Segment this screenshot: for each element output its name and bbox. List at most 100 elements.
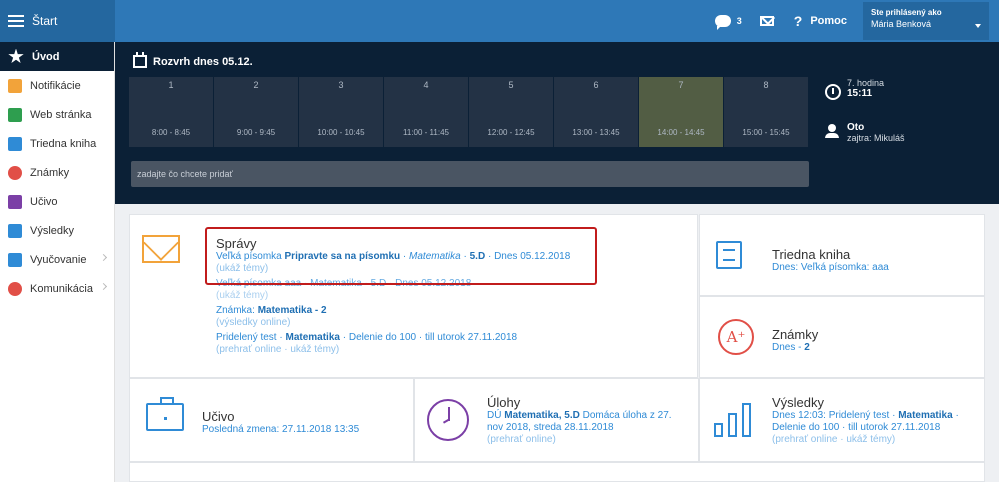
book-icon bbox=[8, 136, 22, 151]
results-card[interactable]: Výsledky Dnes 12:03: Pridelený test · Ma… bbox=[699, 378, 985, 462]
sidebar-item-komunikacia[interactable]: Komunikácia bbox=[0, 274, 114, 303]
sidebar-item-vysledky[interactable]: Výsledky bbox=[0, 216, 114, 245]
folder-icon bbox=[8, 252, 22, 267]
top-right-toolbar: 3 ? Pomoc Ste prihlásený ako Mária Benko… bbox=[714, 0, 999, 42]
schedule-panel: Rozvrh dnes 05.12. 1 8:00 - 8:45 2 9:00 - … bbox=[115, 42, 999, 204]
next-cards-row bbox=[129, 462, 985, 482]
schedule-title-text: Rozvrh dnes 05.12. bbox=[153, 55, 253, 68]
help-button[interactable]: ? Pomoc bbox=[794, 13, 847, 29]
schedule-slot-5[interactable]: 5 12:00 - 12:45 bbox=[469, 77, 554, 147]
sidebar-item-label: Triedna kniha bbox=[30, 137, 97, 150]
schedule-slot-2[interactable]: 2 9:00 - 9:45 bbox=[214, 77, 299, 147]
card-title: Výsledky bbox=[772, 395, 825, 410]
list-item[interactable]: Známka: Matematika - 2 (výsledky online) bbox=[216, 305, 686, 329]
slot-number: 6 bbox=[593, 80, 599, 90]
bars-icon bbox=[714, 403, 754, 437]
separator: · bbox=[955, 410, 959, 421]
results-subject[interactable]: Matematika bbox=[898, 410, 952, 421]
schedule-slot-6[interactable]: 6 13:00 - 13:45 bbox=[554, 77, 639, 147]
grade-value[interactable]: Matematika - 2 bbox=[258, 305, 327, 316]
sidebar-item-ucivo[interactable]: Učivo bbox=[0, 187, 114, 216]
slot-number: 4 bbox=[423, 80, 429, 90]
highlight-box bbox=[205, 227, 597, 285]
menu-icon[interactable] bbox=[8, 15, 24, 27]
sidebar-item-triedna-kniha[interactable]: Triedna kniha bbox=[0, 129, 114, 158]
start-button[interactable]: Štart bbox=[0, 0, 115, 42]
lesson-time: 15:11 bbox=[847, 88, 873, 99]
schedule-slot-7-current[interactable]: 7 14:00 - 14:45 bbox=[639, 77, 724, 147]
schedule-slot-4[interactable]: 4 11:00 - 11:45 bbox=[384, 77, 469, 147]
star-icon bbox=[8, 48, 24, 64]
sidebar-item-label: Vyučovanie bbox=[30, 253, 87, 266]
slot-time: 8:00 - 8:45 bbox=[151, 128, 191, 137]
schedule-title: Rozvrh dnes 05.12. bbox=[133, 52, 253, 68]
slot-number: 8 bbox=[763, 80, 769, 90]
sidebar-item-label: Známky bbox=[30, 166, 70, 179]
show-topics-link[interactable]: (ukáž témy) bbox=[216, 290, 268, 301]
test-type: Pridelený test · bbox=[216, 332, 283, 343]
bars-icon bbox=[8, 223, 22, 238]
slot-time: 10:00 - 10:45 bbox=[317, 128, 365, 137]
sidebar-item-notifikacie[interactable]: Notifikácie bbox=[0, 71, 114, 100]
sidebar-item-vyucovanie[interactable]: Vyučovanie bbox=[0, 245, 114, 274]
chat-icon bbox=[714, 15, 731, 30]
grades-body: Známky Dnes - 2 bbox=[772, 327, 818, 354]
results-body: Výsledky Dnes 12:03: Pridelený test · Ma… bbox=[772, 395, 982, 446]
curriculum-body: Učivo Posledná zmena: 27.11.2018 13:35 bbox=[202, 409, 359, 436]
sidebar-item-znamky[interactable]: Známky bbox=[0, 158, 114, 187]
sidebar-item-web-stranka[interactable]: Web stránka bbox=[0, 100, 114, 129]
top-bar: Štart 3 ? Pomoc Ste prihlásený ako Mária… bbox=[0, 0, 999, 42]
dashboard: Správy Veľká písomka Pripravte sa na pís… bbox=[115, 204, 999, 482]
class-book-card[interactable]: Triedna kniha Dnes: Veľká písomka: aaa bbox=[699, 214, 985, 296]
sidebar-item-uvod[interactable]: Úvod bbox=[0, 42, 114, 71]
curriculum-card[interactable]: Učivo Posledná zmena: 27.11.2018 13:35 bbox=[129, 378, 414, 462]
slot-number: 7 bbox=[678, 80, 684, 90]
card-title: Triedna kniha bbox=[772, 247, 851, 262]
grades-card[interactable]: A⁺ Známky Dnes - 2 bbox=[699, 296, 985, 378]
messages-count-badge: 3 bbox=[736, 16, 742, 26]
homework-subject[interactable]: Matematika, 5.D bbox=[504, 410, 580, 421]
play-online-link[interactable]: (prehrať online · ukáž témy) bbox=[216, 344, 339, 355]
quick-add-input[interactable] bbox=[131, 161, 809, 187]
question-icon: ? bbox=[793, 13, 803, 29]
homework-prefix: DÚ bbox=[487, 410, 502, 421]
card-text: Dnes: Veľká písomka: aaa bbox=[772, 262, 889, 273]
briefcase-icon bbox=[146, 397, 184, 431]
slot-number: 2 bbox=[253, 80, 259, 90]
homework-text: Domáca úloha z 27. bbox=[582, 410, 672, 421]
schedule-slots: 1 8:00 - 8:45 2 9:00 - 9:45 3 10:00 - 10:45… bbox=[129, 77, 809, 147]
results-online-link[interactable]: (výsledky online) bbox=[216, 317, 290, 328]
homework-date: nov 2018, streda 28.11.2018 bbox=[487, 422, 614, 433]
list-item[interactable]: Pridelený test · Matematika · Delenie do… bbox=[216, 332, 686, 356]
card-title: Učivo bbox=[202, 409, 235, 424]
sidebar: Úvod Notifikácie Web stránka Triedna kni… bbox=[0, 42, 115, 482]
play-online-link[interactable]: (prehrať online · ukáž témy) bbox=[772, 434, 982, 446]
chevron-right-icon bbox=[99, 253, 108, 262]
schedule-slot-1[interactable]: 1 8:00 - 8:45 bbox=[129, 77, 214, 147]
calendar-icon bbox=[133, 52, 147, 68]
sidebar-item-label: Komunikácia bbox=[30, 282, 93, 295]
mail-icon[interactable] bbox=[759, 16, 774, 26]
help-label: Pomoc bbox=[810, 15, 847, 27]
user-menu[interactable]: Ste prihlásený ako Mária Benková bbox=[863, 2, 989, 40]
sidebar-item-label: Web stránka bbox=[30, 108, 92, 121]
slot-time: 14:00 - 14:45 bbox=[657, 128, 705, 137]
results-details: Delenie do 100 · till utorok 27.11.2018 bbox=[772, 422, 941, 433]
schedule-slot-8[interactable]: 8 15:00 - 15:45 bbox=[724, 77, 809, 147]
envelope-icon bbox=[8, 78, 22, 93]
play-online-link[interactable]: (prehrať online) bbox=[487, 434, 692, 446]
news-card[interactable]: Správy Veľká písomka Pripravte sa na pís… bbox=[129, 214, 698, 378]
nameday-today: Oto bbox=[847, 122, 865, 133]
schedule-slot-3[interactable]: 3 10:00 - 10:45 bbox=[299, 77, 384, 147]
homework-body: Úlohy DÚ Matematika, 5.D Domáca úloha z … bbox=[487, 395, 692, 446]
nameday: Oto zajtra: Mikuláš bbox=[825, 122, 905, 143]
test-subject[interactable]: Matematika bbox=[285, 332, 339, 343]
sidebar-item-label: Notifikácie bbox=[30, 79, 81, 92]
grade-icon: A⁺ bbox=[718, 319, 754, 355]
messages-button[interactable]: 3 bbox=[714, 15, 742, 30]
chevron-right-icon bbox=[99, 282, 108, 291]
envelope-icon bbox=[142, 235, 180, 263]
nameday-tomorrow: zajtra: Mikuláš bbox=[847, 133, 905, 143]
homework-card[interactable]: Úlohy DÚ Matematika, 5.D Domáca úloha z … bbox=[414, 378, 699, 462]
card-text: Dnes - bbox=[772, 342, 802, 353]
